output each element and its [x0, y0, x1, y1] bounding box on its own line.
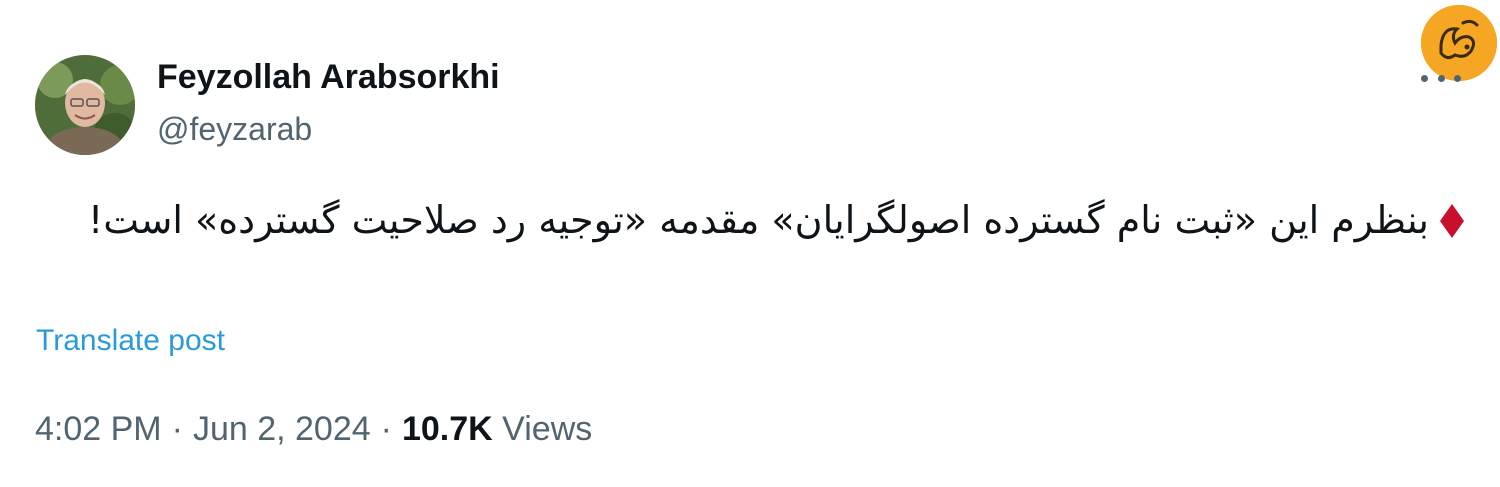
separator: ·	[171, 410, 183, 448]
tweet-text: بنظرم این «ثبت نام گسترده اصولگرایان» مق…	[35, 190, 1465, 250]
avatar[interactable]	[35, 55, 135, 155]
author-name[interactable]: Feyzollah Arabsorkhi	[157, 58, 500, 97]
tweet-body-text: بنظرم این «ثبت نام گسترده اصولگرایان» مق…	[87, 198, 1429, 242]
tweet-meta: 4:02 PM · Jun 2, 2024 · 10.7K Views	[35, 410, 592, 449]
author-handle[interactable]: @feyzarab	[157, 111, 312, 148]
views-count: 10.7K	[401, 410, 493, 448]
dot	[1421, 74, 1428, 82]
avatar-photo	[35, 55, 135, 155]
tweet-card: Feyzollah Arabsorkhi @feyzarab بنظرم این…	[0, 0, 1500, 487]
dot	[1437, 74, 1445, 82]
tweet-date[interactable]: Jun 2, 2024	[193, 410, 371, 448]
tweet-time[interactable]: 4:02 PM	[35, 410, 162, 448]
more-options-icon[interactable]	[1421, 66, 1461, 90]
translate-post-link[interactable]: Translate post	[36, 324, 225, 358]
dot	[1454, 74, 1461, 82]
views-label: Views	[502, 410, 593, 448]
red-diamond-icon	[1439, 203, 1465, 239]
separator: ·	[380, 410, 392, 448]
